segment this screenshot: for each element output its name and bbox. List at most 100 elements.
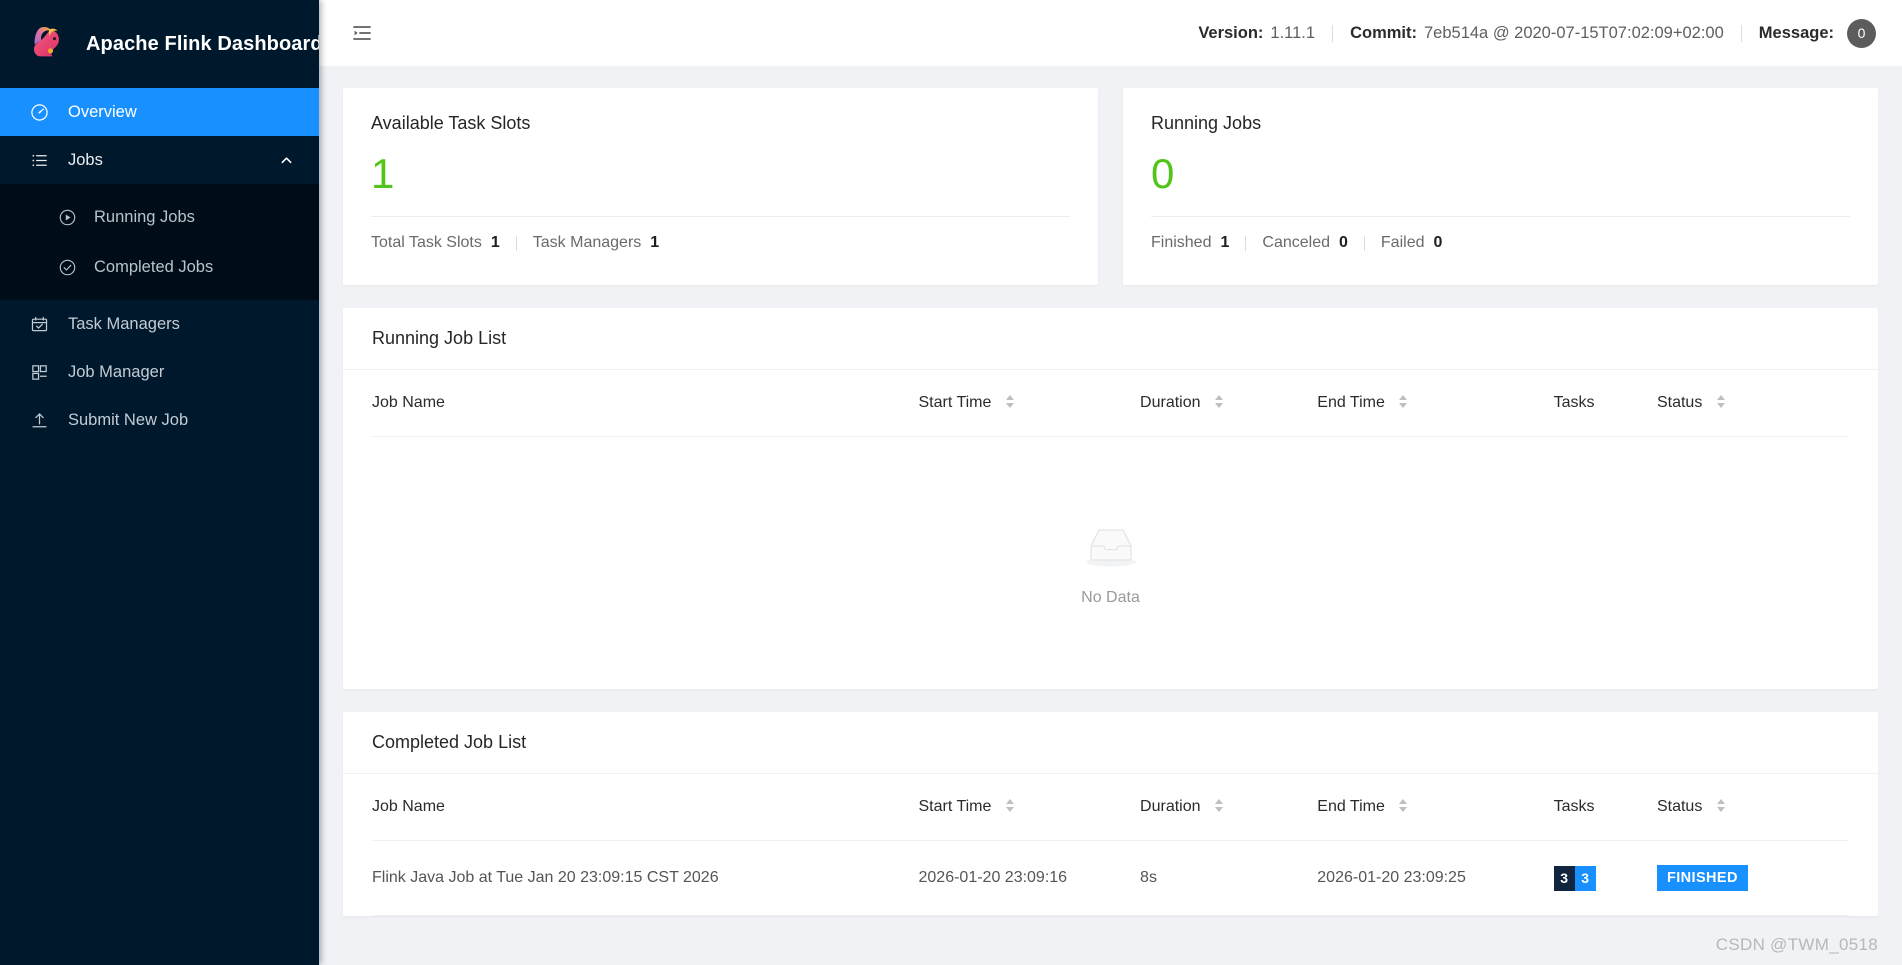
column-label: Status <box>1656 394 1703 411</box>
footer-stat-label: Finished <box>1151 234 1212 251</box>
sort-toggle-icon[interactable] <box>1214 799 1223 813</box>
column-header-tasks: Tasks <box>1553 370 1657 437</box>
footer-stat: Failed 0 <box>1381 234 1442 252</box>
footer-stat-label: Failed <box>1380 234 1425 251</box>
empty-inbox-icon <box>1078 520 1144 575</box>
sidebar-item-submit-new-job[interactable]: Submit New Job <box>0 396 319 444</box>
sidebar-item-jobs[interactable]: Jobs <box>0 136 319 184</box>
task-badge-total: 3 <box>1553 865 1575 891</box>
footer-stat-value: 1 <box>490 234 500 251</box>
sort-toggle-icon[interactable] <box>1399 395 1408 409</box>
column-header-start-time[interactable]: Start Time <box>918 774 1141 841</box>
stats-row: Available Task Slots 1 Total Task Slots … <box>343 88 1878 285</box>
version-label: Version: <box>1198 23 1264 42</box>
column-header-tasks: Tasks <box>1553 774 1657 841</box>
column-header-job-name: Job Name <box>372 370 919 437</box>
column-header-duration[interactable]: Duration <box>1140 774 1318 841</box>
footer-stat-label: Canceled <box>1262 234 1330 251</box>
task-badge-finished: 3 <box>1574 865 1596 891</box>
column-header-end-time[interactable]: End Time <box>1317 370 1554 437</box>
completed-job-table: Job Name Start Time Duration End Time Ta… <box>372 774 1849 916</box>
column-label: Duration <box>1140 798 1201 815</box>
footer-stat-value: 1 <box>1220 234 1230 251</box>
empty-state-text: No Data <box>1081 588 1140 606</box>
card-title: Running Job List <box>343 308 1878 370</box>
completed-job-list-card: Completed Job List Job Name Start Time D… <box>343 712 1878 916</box>
column-label: Job Name <box>372 798 445 815</box>
divider <box>1332 24 1334 42</box>
column-header-end-time[interactable]: End Time <box>1317 774 1554 841</box>
main-area: Version: 1.11.1 Commit: 7eb514a @ 2020-0… <box>319 0 1902 965</box>
sort-toggle-icon[interactable] <box>1399 799 1408 813</box>
sidebar: Apache Flink Dashboard Overview Jobs Run… <box>0 0 319 965</box>
sort-toggle-icon[interactable] <box>1005 395 1014 409</box>
cell-job-name[interactable]: Flink Java Job at Tue Jan 20 23:09:15 CS… <box>372 840 919 916</box>
footer-stat-value: 0 <box>1433 234 1443 251</box>
divider <box>515 235 517 251</box>
empty-state: No Data <box>372 437 1849 689</box>
column-header-status[interactable]: Status <box>1656 774 1849 841</box>
column-label: Start Time <box>918 394 992 411</box>
cell-tasks: 3 3 <box>1553 840 1657 916</box>
sidebar-item-overview[interactable]: Overview <box>0 88 319 136</box>
sidebar-item-completed-jobs[interactable]: Completed Jobs <box>0 242 319 292</box>
commit-label: Commit: <box>1350 23 1417 42</box>
unordered-list-icon <box>28 149 50 171</box>
play-circle-icon <box>56 206 78 228</box>
card-title: Available Task Slots <box>371 113 531 133</box>
column-header-job-name: Job Name <box>372 774 919 841</box>
sidebar-item-task-managers[interactable]: Task Managers <box>0 300 319 348</box>
menu-fold-icon[interactable] <box>345 16 379 50</box>
brand-title: Apache Flink Dashboard <box>86 32 319 55</box>
table-row[interactable]: Flink Java Job at Tue Jan 20 23:09:15 CS… <box>372 840 1849 916</box>
column-header-start-time[interactable]: Start Time <box>918 370 1141 437</box>
top-bar: Version: 1.11.1 Commit: 7eb514a @ 2020-0… <box>319 0 1902 66</box>
column-label: End Time <box>1317 798 1385 815</box>
page-content: Available Task Slots 1 Total Task Slots … <box>319 66 1902 965</box>
footer-stat-label: Task Managers <box>532 234 642 251</box>
table-header-row: Job Name Start Time Duration End Time Ta… <box>372 774 1849 841</box>
sidebar-item-label: Job Manager <box>68 362 165 381</box>
column-label: End Time <box>1317 394 1385 411</box>
sidebar-item-label: Jobs <box>68 150 103 169</box>
divider <box>1245 235 1247 251</box>
divider <box>1363 235 1365 251</box>
sidebar-item-running-jobs[interactable]: Running Jobs <box>0 192 319 242</box>
running-job-table-wrap: Job Name Start Time Duration End Time Ta… <box>343 370 1878 689</box>
column-header-duration[interactable]: Duration <box>1140 370 1318 437</box>
sidebar-item-label: Task Managers <box>68 314 180 333</box>
footer-stat: Canceled 0 <box>1262 234 1348 252</box>
sort-toggle-icon[interactable] <box>1214 395 1223 409</box>
check-circle-icon <box>56 256 78 278</box>
message-label: Message: <box>1758 23 1834 42</box>
sidebar-item-job-manager[interactable]: Job Manager <box>0 348 319 396</box>
brand-header[interactable]: Apache Flink Dashboard <box>0 0 319 88</box>
card-footer: Total Task Slots 1 Task Managers 1 <box>371 217 1070 252</box>
cell-status: FINISHED <box>1656 840 1849 916</box>
footer-stat: Task Managers 1 <box>533 234 659 252</box>
dashboard-icon <box>28 101 50 123</box>
card-title: Running Jobs <box>1151 113 1262 133</box>
column-label: Tasks <box>1553 394 1595 411</box>
footer-stat: Total Task Slots 1 <box>371 234 500 252</box>
cell-start-time: 2026-01-20 23:09:16 <box>918 840 1141 916</box>
upload-icon <box>28 409 50 431</box>
sort-toggle-icon[interactable] <box>1716 799 1725 813</box>
flink-squirrel-logo <box>28 23 70 65</box>
version-value: 1.11.1 <box>1270 23 1316 42</box>
sidebar-submenu-jobs: Running Jobs Completed Jobs <box>0 184 319 300</box>
stat-value: 0 <box>1151 150 1175 197</box>
column-label: Tasks <box>1553 798 1595 815</box>
sort-toggle-icon[interactable] <box>1005 799 1014 813</box>
card-title: Completed Job List <box>343 712 1878 774</box>
sort-toggle-icon[interactable] <box>1716 395 1725 409</box>
column-label: Duration <box>1140 394 1201 411</box>
chevron-up-icon[interactable] <box>279 153 293 167</box>
available-task-slots-card: Available Task Slots 1 Total Task Slots … <box>343 88 1098 285</box>
sidebar-item-label: Completed Jobs <box>94 257 214 276</box>
completed-job-table-wrap: Job Name Start Time Duration End Time Ta… <box>343 774 1878 916</box>
message-count-badge[interactable]: 0 <box>1847 18 1876 48</box>
column-header-status[interactable]: Status <box>1656 370 1849 437</box>
column-label: Status <box>1656 798 1703 815</box>
footer-stat-value: 1 <box>650 234 660 251</box>
